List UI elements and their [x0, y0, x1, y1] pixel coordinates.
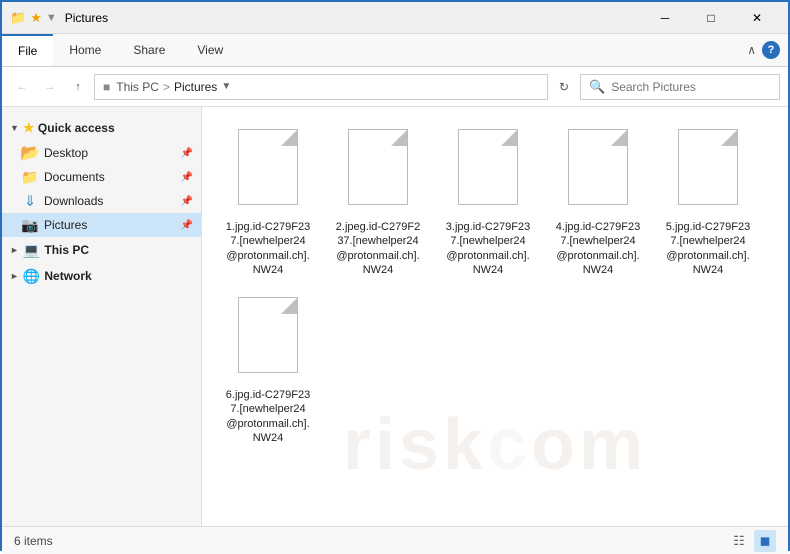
- address-bar: ← → ↑ ■ This PC > Pictures ▼ ↻ 🔍: [2, 67, 788, 107]
- file-icon-6: [233, 297, 303, 382]
- forward-button[interactable]: →: [38, 75, 62, 99]
- doc-shape-1: [238, 129, 298, 205]
- doc-shape-4: [568, 129, 628, 205]
- tab-view[interactable]: View: [181, 34, 239, 66]
- status-item-count: 6 items: [14, 534, 728, 548]
- tab-home[interactable]: Home: [53, 34, 117, 66]
- sidebar-item-pictures[interactable]: 📷 Pictures 📌: [2, 213, 201, 237]
- sidebar-downloads-label: Downloads: [44, 194, 177, 208]
- file-icon-1: [233, 129, 303, 214]
- search-box[interactable]: 🔍: [580, 74, 780, 100]
- view-controls: ☷ ◼: [728, 530, 776, 552]
- pictures-folder-icon: 📷: [22, 217, 38, 233]
- path-pictures: Pictures: [174, 80, 217, 94]
- file-icon-4: [563, 129, 633, 214]
- tab-file[interactable]: File: [2, 34, 53, 66]
- this-pc-icon: 💻: [23, 242, 40, 259]
- path-icon: ■: [103, 80, 110, 94]
- network-icon: 🌐: [23, 268, 40, 285]
- path-dropdown-icon[interactable]: ▼: [221, 81, 231, 92]
- file-item-1[interactable]: 1.jpg.id-C279F237.[newhelper24@protonmai…: [218, 123, 318, 281]
- doc-shape-6: [238, 297, 298, 373]
- quick-access-star-icon: ★: [23, 120, 35, 136]
- qat-icon-1[interactable]: 📁: [10, 10, 26, 26]
- maximize-button[interactable]: □: [688, 2, 734, 34]
- address-path[interactable]: ■ This PC > Pictures ▼: [94, 74, 548, 100]
- sidebar-quick-access-header[interactable]: ▼ ★ Quick access: [2, 115, 201, 141]
- title-bar: 📁 ★ ▼ Pictures ─ □ ✕: [2, 2, 788, 34]
- large-icon-view-button[interactable]: ◼: [754, 530, 776, 552]
- doc-shape-5: [678, 129, 738, 205]
- sidebar-item-documents[interactable]: 📁 Documents 📌: [2, 165, 201, 189]
- file-area: riskcom 1.jpg.id-C279F237.[newhelper24@p…: [202, 107, 788, 526]
- file-name-1: 1.jpg.id-C279F237.[newhelper24@protonmai…: [226, 220, 310, 277]
- file-item-2[interactable]: 2.jpeg.id-C279F237.[newhelper24@protonma…: [328, 123, 428, 281]
- file-item-3[interactable]: 3.jpg.id-C279F237.[newhelper24@protonmai…: [438, 123, 538, 281]
- back-button[interactable]: ←: [10, 75, 34, 99]
- minimize-button[interactable]: ─: [642, 2, 688, 34]
- ribbon-chevron-icon[interactable]: ∧: [747, 43, 756, 57]
- file-name-6: 6.jpg.id-C279F237.[newhelper24@protonmai…: [226, 388, 310, 445]
- file-name-3: 3.jpg.id-C279F237.[newhelper24@protonmai…: [446, 220, 530, 277]
- main-content: ▼ ★ Quick access 📂 Desktop 📌 📁 Documents…: [2, 107, 788, 526]
- window-controls: ─ □ ✕: [642, 2, 780, 34]
- tab-share[interactable]: Share: [117, 34, 181, 66]
- qat-icon-2[interactable]: ★: [30, 10, 42, 26]
- network-chevron-icon: ►: [10, 271, 19, 281]
- search-input[interactable]: [611, 80, 771, 94]
- this-pc-label: This PC: [44, 243, 89, 257]
- sidebar-pictures-label: Pictures: [44, 218, 177, 232]
- network-label: Network: [44, 269, 91, 283]
- desktop-pin-icon: 📌: [181, 148, 193, 159]
- file-item-4[interactable]: 4.jpg.id-C279F237.[newhelper24@protonmai…: [548, 123, 648, 281]
- quick-access-chevron-icon: ▼: [10, 123, 19, 133]
- file-icon-5: [673, 129, 743, 214]
- sidebar-desktop-label: Desktop: [44, 146, 177, 160]
- file-item-6[interactable]: 6.jpg.id-C279F237.[newhelper24@protonmai…: [218, 291, 318, 449]
- ribbon-tabs: File Home Share View ∧ ?: [2, 34, 788, 66]
- title-bar-icons: 📁 ★ ▼: [10, 10, 57, 26]
- search-icon: 🔍: [589, 79, 605, 95]
- ribbon: File Home Share View ∧ ?: [2, 34, 788, 67]
- sidebar: ▼ ★ Quick access 📂 Desktop 📌 📁 Documents…: [2, 107, 202, 526]
- path-text: This PC: [116, 80, 159, 94]
- file-grid: 1.jpg.id-C279F237.[newhelper24@protonmai…: [218, 123, 772, 449]
- sidebar-this-pc-header[interactable]: ► 💻 This PC: [2, 237, 201, 263]
- window-title: Pictures: [65, 11, 642, 25]
- status-bar: 6 items ☷ ◼: [2, 526, 788, 554]
- sidebar-item-desktop[interactable]: 📂 Desktop 📌: [2, 141, 201, 165]
- close-button[interactable]: ✕: [734, 2, 780, 34]
- doc-shape-2: [348, 129, 408, 205]
- downloads-folder-icon: ⇓: [22, 193, 38, 209]
- qat-icon-3[interactable]: ▼: [46, 12, 57, 24]
- sidebar-network-header[interactable]: ► 🌐 Network: [2, 263, 201, 289]
- up-button[interactable]: ↑: [66, 75, 90, 99]
- file-name-5: 5.jpg.id-C279F237.[newhelper24@protonmai…: [666, 220, 750, 277]
- sidebar-item-downloads[interactable]: ⇓ Downloads 📌: [2, 189, 201, 213]
- quick-access-label: Quick access: [38, 121, 115, 135]
- file-name-2: 2.jpeg.id-C279F237.[newhelper24@protonma…: [336, 220, 420, 277]
- file-item-5[interactable]: 5.jpg.id-C279F237.[newhelper24@protonmai…: [658, 123, 758, 281]
- downloads-pin-icon: 📌: [181, 196, 193, 207]
- refresh-button[interactable]: ↻: [552, 75, 576, 99]
- sidebar-documents-label: Documents: [44, 170, 177, 184]
- documents-pin-icon: 📌: [181, 172, 193, 183]
- list-view-button[interactable]: ☷: [728, 530, 750, 552]
- file-icon-2: [343, 129, 413, 214]
- file-name-4: 4.jpg.id-C279F237.[newhelper24@protonmai…: [556, 220, 640, 277]
- pictures-pin-icon: 📌: [181, 220, 193, 231]
- desktop-folder-icon: 📂: [22, 145, 38, 161]
- file-icon-3: [453, 129, 523, 214]
- path-separator-1: >: [163, 80, 170, 94]
- documents-folder-icon: 📁: [22, 169, 38, 185]
- help-icon[interactable]: ?: [762, 41, 780, 59]
- this-pc-chevron-icon: ►: [10, 245, 19, 255]
- doc-shape-3: [458, 129, 518, 205]
